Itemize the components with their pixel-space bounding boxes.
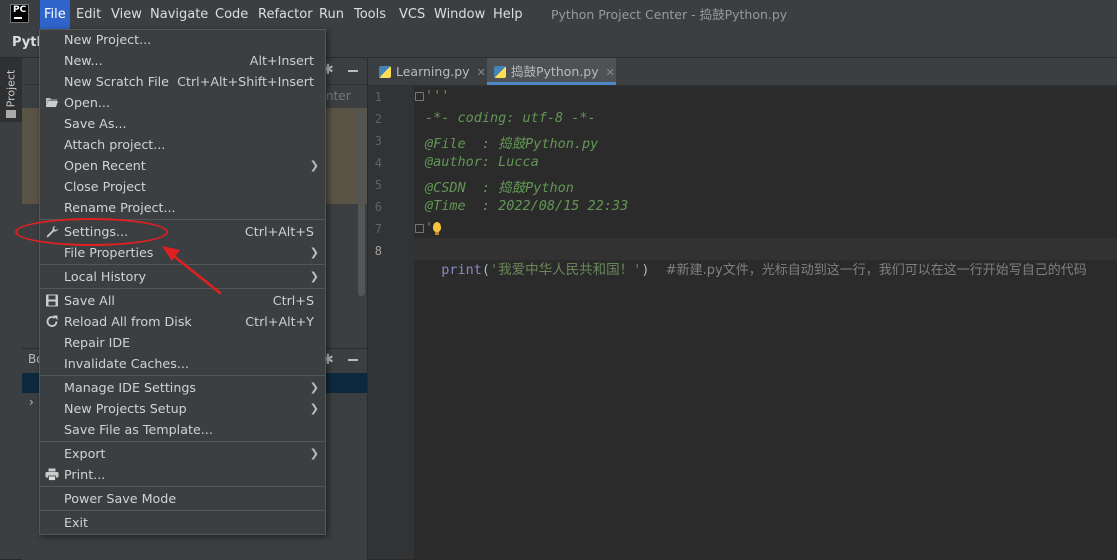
python-file-icon xyxy=(379,66,391,78)
menu-item-open[interactable]: Open... xyxy=(40,92,325,113)
code-line: ''' xyxy=(425,88,450,104)
print-icon xyxy=(45,468,59,481)
menu-item-new[interactable]: New... Alt+Insert xyxy=(40,50,325,71)
code-line-8: print('我爱中华人民共和国！') #新建.py文件，光标自动到这一行，我们… xyxy=(425,242,1087,278)
window-title: Python Project Center - 捣鼓Python.py xyxy=(551,7,788,22)
menu-item-rename-project[interactable]: Rename Project... xyxy=(40,197,325,218)
menu-item-power-save-mode[interactable]: Power Save Mode xyxy=(40,488,325,509)
menu-item-new-projects-setup[interactable]: New Projects Setup ❯ xyxy=(40,398,325,419)
code-function: print xyxy=(441,262,482,278)
tab-label: 捣鼓Python.py xyxy=(511,64,599,79)
menu-separator xyxy=(40,441,325,442)
chevron-right-icon: ❯ xyxy=(309,270,319,283)
chevron-right-icon: ❯ xyxy=(309,381,319,394)
chevron-right-icon[interactable]: › xyxy=(29,395,34,409)
project-tool-tab-label: Project xyxy=(4,69,18,108)
menu-refactor[interactable]: Refactor xyxy=(254,0,317,29)
line-number: 1 xyxy=(374,90,382,104)
menu-item-manage-ide-settings[interactable]: Manage IDE Settings ❯ xyxy=(40,377,325,398)
line-number: 3 xyxy=(374,134,382,148)
chevron-right-icon: ❯ xyxy=(309,159,319,172)
python-file-icon xyxy=(494,66,506,78)
menu-item-print[interactable]: Print... xyxy=(40,464,325,485)
menu-bar: PC File Edit View Navigate Code Refactor… xyxy=(0,0,1117,29)
menu-item-reload-all[interactable]: Reload All from Disk Ctrl+Alt+Y xyxy=(40,311,325,332)
fold-icon[interactable] xyxy=(415,224,424,233)
reload-icon xyxy=(46,315,58,327)
project-scrollbar[interactable] xyxy=(358,110,365,296)
menu-run[interactable]: Run xyxy=(315,0,348,29)
minimize-icon[interactable] xyxy=(348,70,358,72)
close-icon[interactable]: ✕ xyxy=(477,66,486,79)
menu-item-save-as[interactable]: Save As... xyxy=(40,113,325,134)
line-number: 7 xyxy=(374,222,382,236)
code-paren: ( xyxy=(481,262,491,278)
line-number: 2 xyxy=(374,112,382,126)
tab-label: Learning.py xyxy=(396,64,470,79)
chevron-right-icon: ❯ xyxy=(309,402,319,415)
lightbulb-icon[interactable] xyxy=(433,222,441,232)
menu-code[interactable]: Code xyxy=(211,0,252,29)
menu-edit[interactable]: Edit xyxy=(72,0,105,29)
annotation-ellipse xyxy=(15,218,168,246)
menu-item-open-recent[interactable]: Open Recent ❯ xyxy=(40,155,325,176)
menu-item-new-scratch-file[interactable]: New Scratch File Ctrl+Alt+Shift+Insert xyxy=(40,71,325,92)
code-line: -*- coding: utf-8 -*- xyxy=(425,110,596,126)
code-line: @author: Lucca xyxy=(425,154,539,170)
menu-item-save-file-as-template[interactable]: Save File as Template... xyxy=(40,419,325,440)
line-number: 8 xyxy=(374,244,382,258)
close-icon[interactable]: ✕ xyxy=(606,66,615,79)
line-number: 4 xyxy=(374,156,382,170)
code-string: '我爱中华人民共和国！' xyxy=(490,262,642,278)
menu-item-repair-ide[interactable]: Repair IDE xyxy=(40,332,325,353)
menu-item-export[interactable]: Export ❯ xyxy=(40,443,325,464)
folder-icon xyxy=(6,110,16,118)
code-line: @CSDN : 捣鼓Python xyxy=(425,180,574,196)
save-icon xyxy=(46,294,58,307)
folder-icon xyxy=(46,98,58,107)
chevron-right-icon: ❯ xyxy=(309,246,319,259)
lightbulb-base xyxy=(435,232,439,235)
menu-item-exit[interactable]: Exit xyxy=(40,512,325,533)
tool-window-strip xyxy=(0,58,23,559)
menu-separator xyxy=(40,486,325,487)
code-line: ' xyxy=(425,220,434,236)
code-comment: #新建.py文件，光标自动到这一行，我们可以在这一行开始写自己的代码 xyxy=(665,263,1087,278)
menu-window[interactable]: Window xyxy=(430,0,489,29)
fold-icon[interactable] xyxy=(415,92,424,101)
menu-file[interactable]: File xyxy=(40,0,70,29)
menu-item-attach-project[interactable]: Attach project... xyxy=(40,134,325,155)
menu-separator xyxy=(40,375,325,376)
menu-navigate[interactable]: Navigate xyxy=(146,0,212,29)
tab-active-file[interactable]: 捣鼓Python.py ✕ xyxy=(487,58,616,85)
minimize-icon[interactable] xyxy=(348,359,358,361)
pycharm-logo-icon[interactable]: PC xyxy=(10,4,29,23)
line-number: 6 xyxy=(374,200,382,214)
code-paren: ) xyxy=(641,262,650,278)
menu-view[interactable]: View xyxy=(107,0,146,29)
menu-help[interactable]: Help xyxy=(489,0,527,29)
menu-vcs[interactable]: VCS xyxy=(395,0,429,29)
menu-separator xyxy=(40,510,325,511)
project-tree-hint: nter xyxy=(326,89,351,103)
logo-text: PC xyxy=(13,5,27,15)
line-number: 5 xyxy=(374,178,382,192)
menu-tools[interactable]: Tools xyxy=(350,0,390,29)
menu-item-new-project[interactable]: New Project... xyxy=(40,29,325,50)
chevron-right-icon: ❯ xyxy=(309,447,319,460)
code-line: @File : 捣鼓Python.py xyxy=(425,136,599,152)
menu-item-close-project[interactable]: Close Project xyxy=(40,176,325,197)
code-line: @Time : 2022/08/15 22:33 xyxy=(425,198,629,214)
menu-item-invalidate-caches[interactable]: Invalidate Caches... xyxy=(40,353,325,374)
annotation-arrow-icon xyxy=(162,246,222,295)
tab-learning[interactable]: Learning.py ✕ xyxy=(374,58,491,85)
